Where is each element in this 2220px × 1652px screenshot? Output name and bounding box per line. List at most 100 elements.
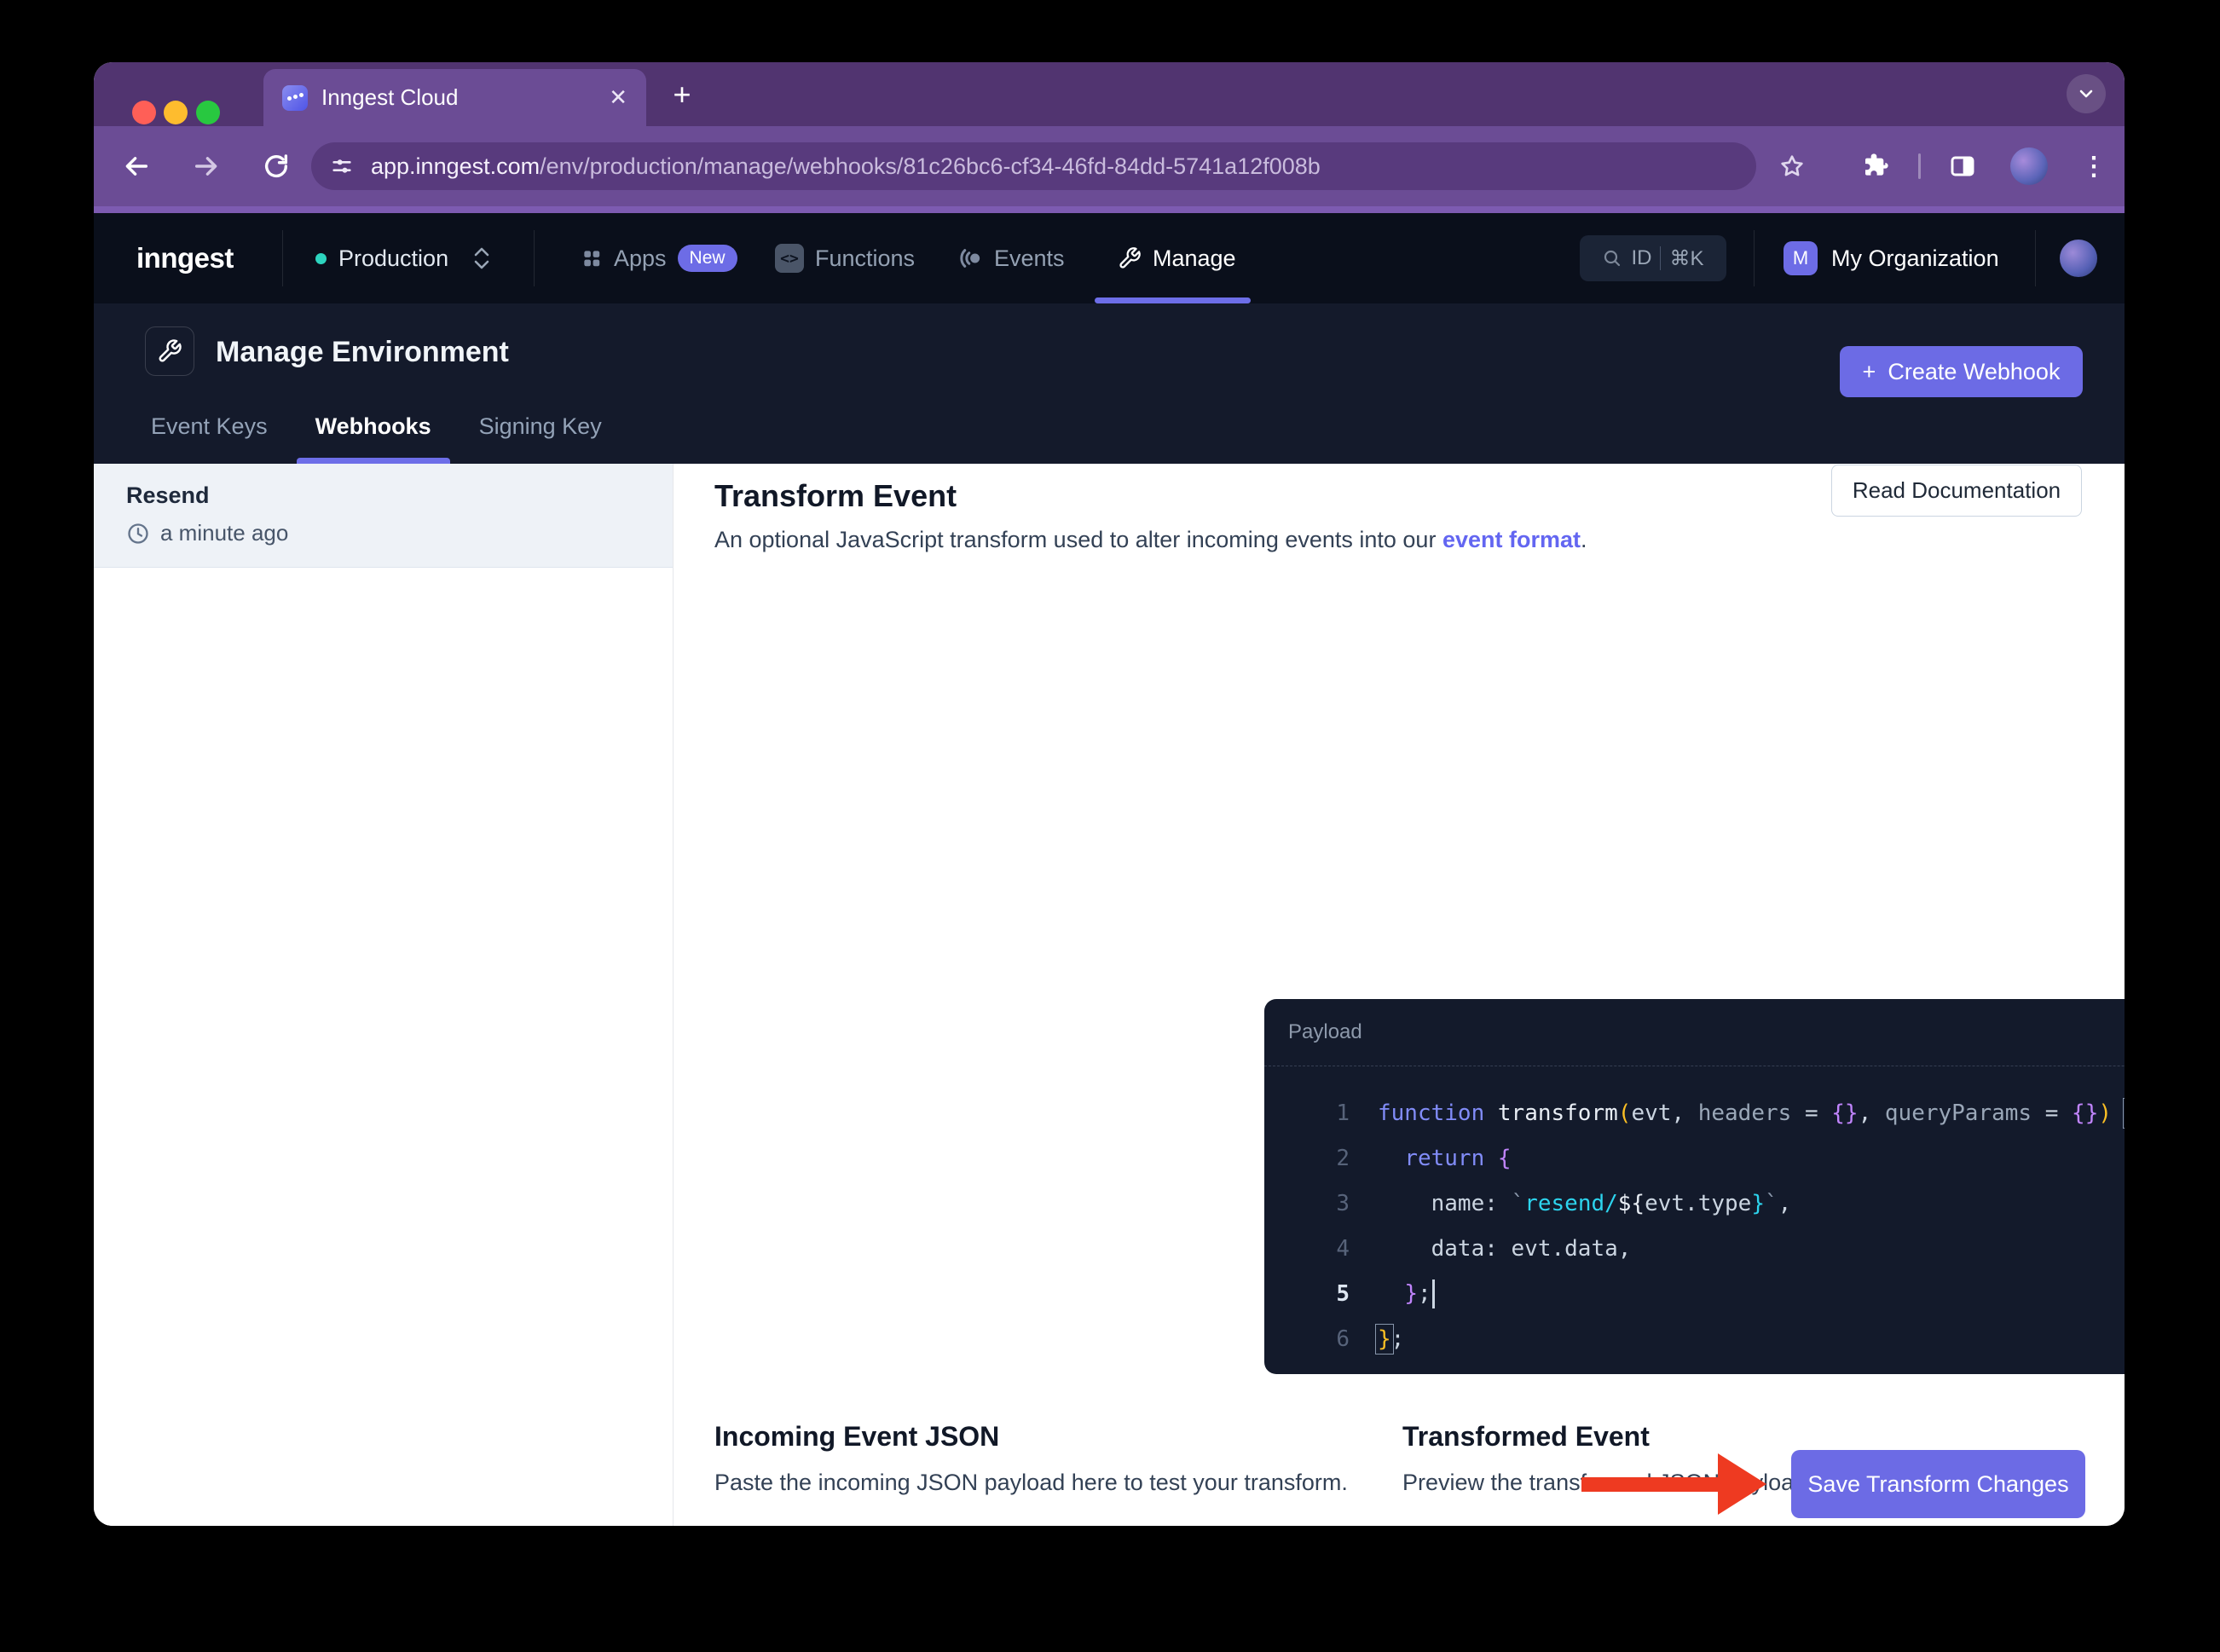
environment-tabs: Event Keys Webhooks Signing Key — [132, 413, 621, 464]
page-wrench-icon — [145, 326, 194, 376]
webhook-updated-text: a minute ago — [160, 520, 289, 546]
event-format-link[interactable]: event format — [1442, 527, 1581, 552]
browser-window: Inngest Cloud ✕ + app.inngest.com/env/pr… — [94, 62, 2125, 1526]
nav-divider — [1754, 230, 1755, 286]
line-number: 6 — [1336, 1326, 1350, 1352]
refresh-icon[interactable] — [256, 146, 297, 187]
tab-title: Inngest Cloud — [321, 84, 459, 110]
nav-item-functions[interactable]: <> Functions — [775, 213, 915, 303]
url-host: app.inngest.com — [371, 153, 541, 179]
nav-item-label: Manage — [1153, 245, 1236, 271]
environment-selector[interactable]: Production — [315, 213, 491, 303]
nav-item-label: Events — [994, 245, 1065, 271]
toolbar-bottom-strip — [94, 206, 2125, 213]
save-transform-button[interactable]: Save Transform Changes — [1791, 1450, 2085, 1518]
search-shortcut: ⌘K — [1669, 246, 1704, 270]
side-panel-icon[interactable] — [1942, 146, 1983, 187]
line-number: 1 — [1336, 1100, 1350, 1126]
transform-editor-panel: Payload Copy 1function transform(evt, he… — [1264, 999, 2125, 1374]
tab-search-chevron-icon[interactable] — [2067, 74, 2106, 113]
browser-profile-avatar[interactable] — [2010, 147, 2048, 185]
transform-desc-period: . — [1581, 527, 1587, 552]
webhook-list-item[interactable]: Resend a minute ago — [94, 464, 673, 568]
line-number: 2 — [1336, 1145, 1350, 1171]
url-path: /env/production/manage/webhooks/81c26bc6… — [540, 153, 1321, 179]
window-zoom-button[interactable] — [196, 101, 220, 124]
incoming-description: Paste the incoming JSON payload here to … — [714, 1470, 1348, 1495]
active-nav-underline — [1095, 297, 1251, 303]
transformed-title: Transformed Event — [1402, 1421, 1650, 1452]
annotation-arrow — [1581, 1453, 1766, 1515]
code-text: name: `resend/${evt.type}`, — [1378, 1190, 1792, 1216]
url-bar[interactable]: app.inngest.com/env/production/manage/we… — [311, 142, 1756, 190]
nav-divider — [534, 230, 535, 286]
screenshot-stage: Inngest Cloud ✕ + app.inngest.com/env/pr… — [0, 0, 2220, 1652]
code-text: return { — [1404, 1145, 1512, 1171]
code-text: }; — [1350, 1279, 1435, 1308]
code-line: 6}; — [1264, 1316, 2125, 1361]
browser-menu-icon[interactable]: ⋮ — [2073, 146, 2114, 187]
extensions-icon[interactable] — [1855, 146, 1896, 187]
webhook-sidebar: Resend a minute ago — [94, 464, 674, 1526]
code-line: 1 function transform(evt, headers = {}, q… — [1264, 1090, 2125, 1135]
line-number: 3 — [1336, 1190, 1350, 1216]
nav-item-apps[interactable]: Apps New — [581, 213, 737, 303]
browser-menu-glyph: ⋮ — [2081, 152, 2107, 181]
tab-signing-key[interactable]: Signing Key — [460, 413, 621, 464]
code-text: function transform(evt, headers = {}, qu… — [1350, 1097, 2125, 1129]
tab-webhooks[interactable]: Webhooks — [296, 413, 450, 464]
content-area: Resend a minute ago Transform Event An o… — [94, 464, 2125, 1526]
nav-item-label: Functions — [815, 245, 916, 271]
transform-desc-text: An optional JavaScript transform used to… — [714, 527, 1442, 552]
events-icon — [957, 245, 983, 271]
environment-status-dot — [315, 252, 327, 264]
page-header-band: Manage Environment + Create Webhook Even… — [94, 303, 2125, 464]
line-number: 5 — [1336, 1280, 1350, 1307]
code-line: 5 }; — [1264, 1271, 2125, 1316]
nav-divider — [2035, 230, 2036, 286]
main-panel: Transform Event An optional JavaScript t… — [674, 464, 2125, 1526]
code-brackets-icon: <> — [775, 244, 804, 273]
window-close-button[interactable] — [132, 101, 156, 124]
chevron-up-down-icon — [472, 244, 491, 273]
nav-item-events[interactable]: Events — [957, 213, 1065, 303]
apps-grid-icon — [581, 247, 603, 269]
organization-name[interactable]: My Organization — [1831, 245, 1999, 272]
text-cursor — [1431, 1279, 1435, 1308]
user-avatar[interactable] — [2060, 240, 2097, 277]
inngest-favicon-icon — [282, 84, 308, 111]
incoming-title: Incoming Event JSON — [714, 1421, 1000, 1452]
site-info-icon[interactable] — [330, 154, 354, 178]
browser-tab-bar: Inngest Cloud ✕ + — [94, 62, 2125, 126]
new-tab-button[interactable]: + — [663, 76, 701, 113]
nav-divider — [282, 230, 283, 286]
transform-description: An optional JavaScript transform used to… — [714, 527, 1587, 553]
read-documentation-button[interactable]: Read Documentation — [1831, 465, 2082, 517]
transform-code-editor[interactable]: 1 function transform(evt, headers = {}, q… — [1264, 1066, 2125, 1374]
new-badge: New — [677, 245, 737, 272]
tab-event-keys[interactable]: Event Keys — [132, 413, 286, 464]
create-webhook-label: Create Webhook — [1888, 358, 2061, 384]
webhook-updated: a minute ago — [126, 520, 288, 546]
url-text: app.inngest.com/env/production/manage/we… — [371, 153, 1321, 180]
environment-name: Production — [338, 245, 449, 271]
code-line: 2 return { — [1264, 1135, 2125, 1181]
forward-icon[interactable] — [186, 146, 227, 187]
nav-item-manage[interactable]: Manage — [1118, 213, 1236, 303]
search-id-label: ID — [1631, 246, 1652, 269]
tab-close-icon[interactable]: ✕ — [609, 84, 627, 111]
browser-tab[interactable]: Inngest Cloud ✕ — [263, 69, 646, 126]
plus-icon: + — [1862, 358, 1876, 384]
code-line: 3 name: `resend/${evt.type}`, — [1264, 1181, 2125, 1226]
wrench-icon — [1118, 246, 1142, 270]
organization-avatar[interactable]: M — [1784, 241, 1818, 275]
search-input[interactable]: ID ⌘K — [1580, 235, 1726, 281]
clock-icon — [126, 522, 150, 546]
code-line: 4 data: evt.data, — [1264, 1226, 2125, 1271]
create-webhook-button[interactable]: + Create Webhook — [1840, 346, 2083, 397]
bookmark-star-icon[interactable] — [1772, 146, 1812, 187]
window-minimize-button[interactable] — [164, 101, 188, 124]
editor-header: Payload Copy — [1264, 999, 2125, 1066]
inngest-logo[interactable]: inngest — [136, 242, 234, 274]
back-icon[interactable] — [116, 146, 157, 187]
